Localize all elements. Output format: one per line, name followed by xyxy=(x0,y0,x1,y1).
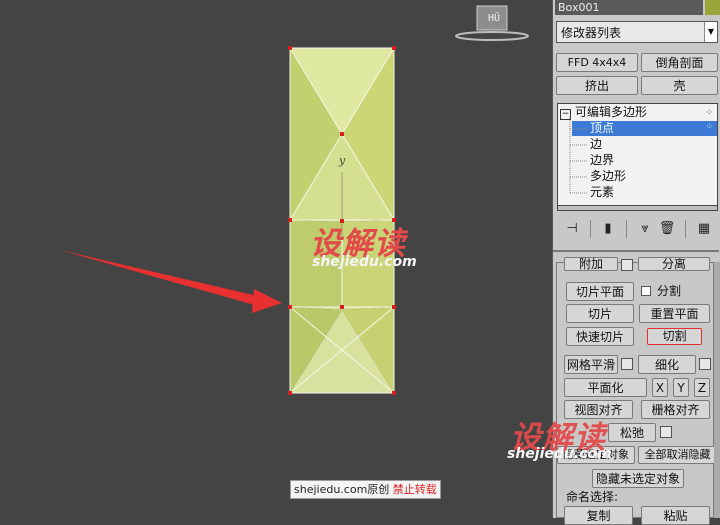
modifier-list-dropdown[interactable]: 修改器列表 ▼ xyxy=(556,21,718,43)
paste-button[interactable]: 粘贴 xyxy=(641,506,710,525)
extrude-button[interactable]: 挤出 xyxy=(556,76,638,95)
object-name-field[interactable]: Box001 xyxy=(555,0,703,15)
stack-scrollbar[interactable] xyxy=(557,205,718,211)
relax-button[interactable]: 松弛 xyxy=(608,423,656,442)
credit-banner: shejiedu.com原创 禁止转载 xyxy=(290,480,441,499)
ffd-button[interactable]: FFD 4x4x4 xyxy=(556,53,638,72)
toolbar-separator xyxy=(626,220,627,238)
bevel-profile-button[interactable]: 倒角剖面 xyxy=(641,53,718,72)
toolbar-separator xyxy=(685,220,686,238)
viewcube-label: HÜ xyxy=(487,13,501,24)
stack-item-edge[interactable]: 边 xyxy=(590,137,710,152)
modifier-stack[interactable]: − 可编辑多边形 顶点 边 边界 多边形 元素 ⁘ ⁘ xyxy=(557,103,718,211)
panel-watermark-url: shejiedu.com xyxy=(507,446,612,462)
stack-tree-lines xyxy=(569,116,588,194)
shell-button[interactable]: 壳 xyxy=(641,76,718,95)
planarize-button[interactable]: 平面化 xyxy=(564,378,647,397)
meshsmooth-settings-icon[interactable] xyxy=(621,358,633,370)
reset-plane-button[interactable]: 重置平面 xyxy=(639,304,710,323)
show-end-result-icon[interactable]: ▮ xyxy=(599,220,617,238)
hide-unselected-button[interactable]: 隐藏未选定对象 xyxy=(592,469,684,488)
quickslice-button[interactable]: 快速切片 xyxy=(566,327,634,346)
viewcube-ring xyxy=(455,31,529,41)
panel-scrollbar[interactable] xyxy=(714,262,720,518)
meshsmooth-button[interactable]: 网格平滑 xyxy=(564,355,618,374)
detach-button[interactable]: 分离 xyxy=(638,257,710,271)
perspective-viewport[interactable]: HÜ y 设解读 shejiedu.com shejiedu.com原创 禁止转… xyxy=(0,0,552,518)
named-selections-label: 命名选择: xyxy=(566,490,619,504)
stack-item-polygon[interactable]: 多边形 xyxy=(590,169,710,184)
vertex-dots-icon-selected: ⁘ xyxy=(705,122,713,132)
planarize-z-button[interactable]: Z xyxy=(694,378,710,397)
credit-site: shejiedu.com原创 xyxy=(294,483,390,496)
modifier-list-label: 修改器列表 xyxy=(561,26,622,40)
grid-align-button[interactable]: 栅格对齐 xyxy=(641,400,710,419)
tessellate-settings-icon[interactable] xyxy=(699,358,711,370)
split-label: 分割 xyxy=(657,284,682,298)
stack-item-element[interactable]: 元素 xyxy=(590,185,710,200)
make-unique-icon[interactable]: ⩔ xyxy=(636,220,654,238)
tessellate-button[interactable]: 细化 xyxy=(638,355,696,374)
relax-settings-icon[interactable] xyxy=(660,426,672,438)
chevron-down-icon[interactable]: ▼ xyxy=(704,22,717,42)
toolbar-separator xyxy=(590,220,591,238)
remove-modifier-icon[interactable]: 🗑 xyxy=(658,220,676,238)
annotation-arrow xyxy=(60,250,282,313)
split-checkbox[interactable] xyxy=(641,286,651,296)
slice-plane-button[interactable]: 切片平面 xyxy=(566,282,634,301)
credit-warning: 禁止转载 xyxy=(392,483,437,496)
viewport-canvas[interactable] xyxy=(0,0,552,518)
planarize-y-button[interactable]: Y xyxy=(673,378,689,397)
object-color-swatch[interactable] xyxy=(705,0,720,15)
planarize-x-button[interactable]: X xyxy=(652,378,668,397)
watermark-url: shejiedu.com xyxy=(312,254,417,270)
attach-button[interactable]: 附加 xyxy=(564,257,618,271)
pin-stack-icon[interactable]: ⊣ xyxy=(563,220,581,238)
y-axis-label: y xyxy=(339,154,346,167)
stack-item-border[interactable]: 边界 xyxy=(590,153,710,168)
configure-sets-icon[interactable]: ▦ xyxy=(695,220,713,238)
copy-button[interactable]: 复制 xyxy=(564,506,633,525)
unhide-all-button[interactable]: 全部取消隐藏 xyxy=(638,446,717,464)
panel-divider xyxy=(553,250,719,252)
cut-button[interactable]: 切割 xyxy=(647,328,702,345)
attach-settings-icon[interactable] xyxy=(621,259,633,271)
vertex-dots-icon: ⁘ xyxy=(705,108,713,118)
slice-button[interactable]: 切片 xyxy=(566,304,634,323)
